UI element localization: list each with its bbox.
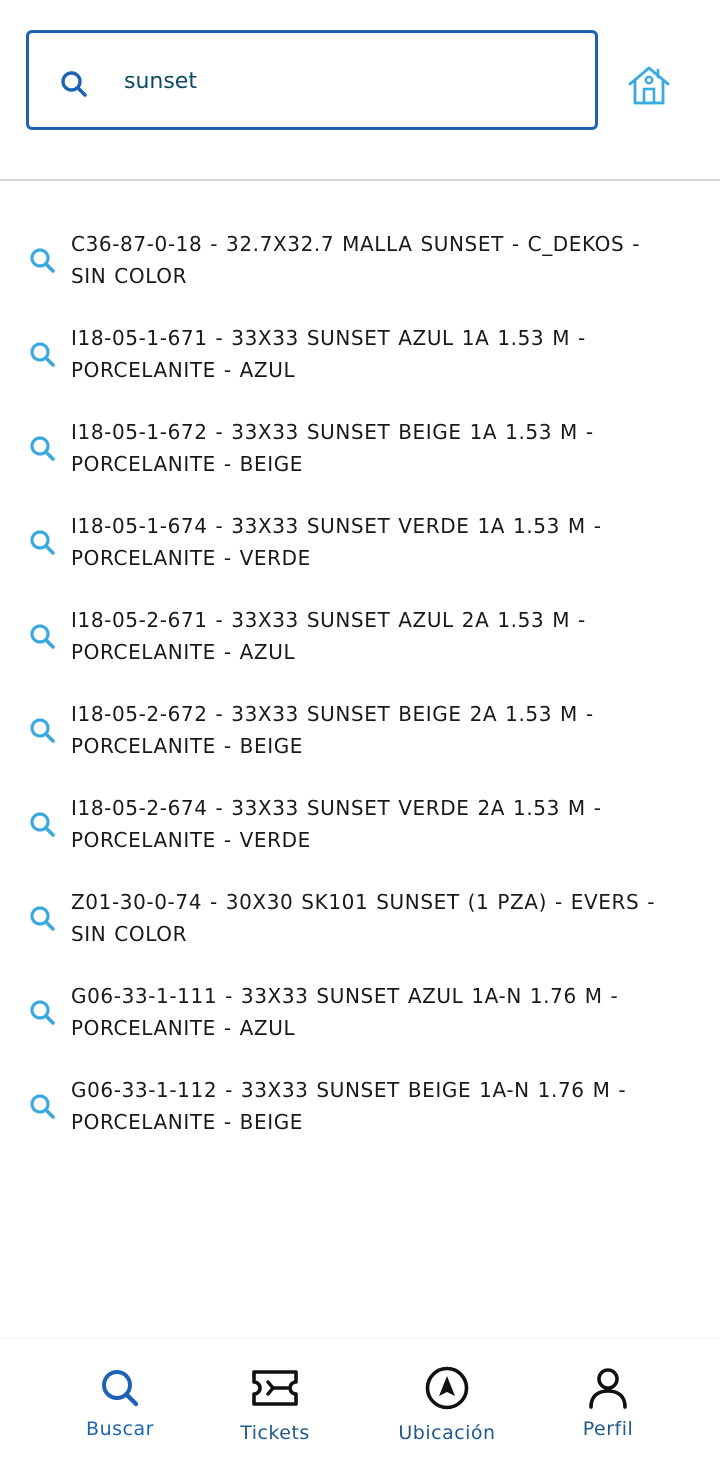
result-line-1: I18-05-2-671 - 33X33 SUNSET AZUL 2A 1.53…	[71, 608, 586, 632]
search-bar[interactable]	[26, 30, 598, 130]
result-line-1: I18-05-2-674 - 33X33 SUNSET VERDE 2A 1.5…	[71, 796, 602, 820]
nav-item-buscar[interactable]: Buscar	[60, 1340, 180, 1462]
result-line-1: C36-87-0-18 - 32.7X32.7 MALLA SUNSET - C…	[71, 232, 641, 256]
list-item[interactable]: I18-05-1-672 - 33X33 SUNSET BEIGE 1A 1.5…	[0, 414, 720, 508]
result-line-2: PORCELANITE - BEIGE	[71, 452, 304, 476]
home-icon[interactable]	[624, 62, 674, 112]
result-line-1: I18-05-1-674 - 33X33 SUNSET VERDE 1A 1.5…	[71, 514, 602, 538]
header-divider	[0, 179, 720, 181]
nav-item-perfil[interactable]: Perfil	[550, 1340, 666, 1462]
search-icon	[30, 248, 55, 273]
search-icon	[30, 530, 55, 555]
search-icon	[30, 342, 55, 367]
result-line-1: Z01-30-0-74 - 30X30 SK101 SUNSET (1 PZA)…	[71, 890, 656, 914]
list-item[interactable]: G06-33-1-112 - 33X33 SUNSET BEIGE 1A-N 1…	[0, 1072, 720, 1166]
list-item[interactable]: I18-05-1-671 - 33X33 SUNSET AZUL 1A 1.53…	[0, 320, 720, 414]
search-icon	[30, 906, 55, 931]
list-item[interactable]: I18-05-2-672 - 33X33 SUNSET BEIGE 2A 1.5…	[0, 696, 720, 790]
search-icon	[30, 436, 55, 461]
list-item[interactable]: G06-33-1-111 - 33X33 SUNSET AZUL 1A-N 1.…	[0, 978, 720, 1072]
result-text: I18-05-1-672 - 33X33 SUNSET BEIGE 1A 1.5…	[71, 416, 701, 480]
search-icon	[30, 718, 55, 743]
search-icon	[30, 812, 55, 837]
list-item[interactable]: I18-05-2-671 - 33X33 SUNSET AZUL 2A 1.53…	[0, 602, 720, 696]
list-item[interactable]: I18-05-2-674 - 33X33 SUNSET VERDE 2A 1.5…	[0, 790, 720, 884]
list-item[interactable]: C36-87-0-18 - 32.7X32.7 MALLA SUNSET - C…	[0, 226, 720, 320]
list-item[interactable]: I18-05-1-674 - 33X33 SUNSET VERDE 1A 1.5…	[0, 508, 720, 602]
result-text: Z01-30-0-74 - 30X30 SK101 SUNSET (1 PZA)…	[71, 886, 701, 950]
result-line-2: PORCELANITE - VERDE	[71, 828, 311, 852]
result-text: G06-33-1-112 - 33X33 SUNSET BEIGE 1A-N 1…	[71, 1074, 701, 1138]
result-line-2: PORCELANITE - BEIGE	[71, 734, 304, 758]
result-text: G06-33-1-111 - 33X33 SUNSET AZUL 1A-N 1.…	[71, 980, 701, 1044]
search-icon	[102, 1370, 139, 1407]
search-icon	[30, 624, 55, 649]
result-line-1: I18-05-1-672 - 33X33 SUNSET BEIGE 1A 1.5…	[71, 420, 594, 444]
search-input[interactable]	[124, 63, 574, 99]
nav-item-tickets[interactable]: Tickets	[215, 1340, 335, 1462]
result-line-2: PORCELANITE - BEIGE	[71, 1110, 304, 1134]
result-text: I18-05-2-671 - 33X33 SUNSET AZUL 2A 1.53…	[71, 604, 701, 668]
search-icon	[61, 71, 87, 97]
result-line-2: PORCELANITE - VERDE	[71, 546, 311, 570]
nav-label-buscar: Buscar	[86, 1418, 154, 1440]
result-line-1: I18-05-2-672 - 33X33 SUNSET BEIGE 2A 1.5…	[71, 702, 594, 726]
nav-item-ubicacion[interactable]: Ubicación	[385, 1340, 509, 1462]
person-icon	[589, 1368, 627, 1409]
result-line-2: PORCELANITE - AZUL	[71, 640, 296, 664]
search-icon	[30, 1094, 55, 1119]
result-text: I18-05-2-674 - 33X33 SUNSET VERDE 2A 1.5…	[71, 792, 701, 856]
nav-label-ubicacion: Ubicación	[398, 1422, 496, 1444]
search-icon	[30, 1000, 55, 1025]
result-line-2: SIN COLOR	[71, 922, 188, 946]
result-text: I18-05-1-671 - 33X33 SUNSET AZUL 1A 1.53…	[71, 322, 701, 386]
ticket-icon	[252, 1370, 298, 1406]
result-line-1: G06-33-1-111 - 33X33 SUNSET AZUL 1A-N 1.…	[71, 984, 619, 1008]
result-text: I18-05-2-672 - 33X33 SUNSET BEIGE 2A 1.5…	[71, 698, 701, 762]
result-text: I18-05-1-674 - 33X33 SUNSET VERDE 1A 1.5…	[71, 510, 701, 574]
results-list: C36-87-0-18 - 32.7X32.7 MALLA SUNSET - C…	[0, 226, 720, 1166]
result-line-2: PORCELANITE - AZUL	[71, 358, 296, 382]
nav-label-tickets: Tickets	[240, 1422, 310, 1444]
result-line-1: G06-33-1-112 - 33X33 SUNSET BEIGE 1A-N 1…	[71, 1078, 627, 1102]
nav-label-perfil: Perfil	[582, 1418, 634, 1440]
result-line-2: PORCELANITE - AZUL	[71, 1016, 296, 1040]
result-line-1: I18-05-1-671 - 33X33 SUNSET AZUL 1A 1.53…	[71, 326, 586, 350]
result-line-2: SIN COLOR	[71, 264, 188, 288]
list-item[interactable]: Z01-30-0-74 - 30X30 SK101 SUNSET (1 PZA)…	[0, 884, 720, 978]
result-text: C36-87-0-18 - 32.7X32.7 MALLA SUNSET - C…	[71, 228, 701, 292]
bottom-nav: Buscar Tickets Ubicación Perfil	[0, 1340, 720, 1462]
compass-icon	[425, 1366, 469, 1410]
